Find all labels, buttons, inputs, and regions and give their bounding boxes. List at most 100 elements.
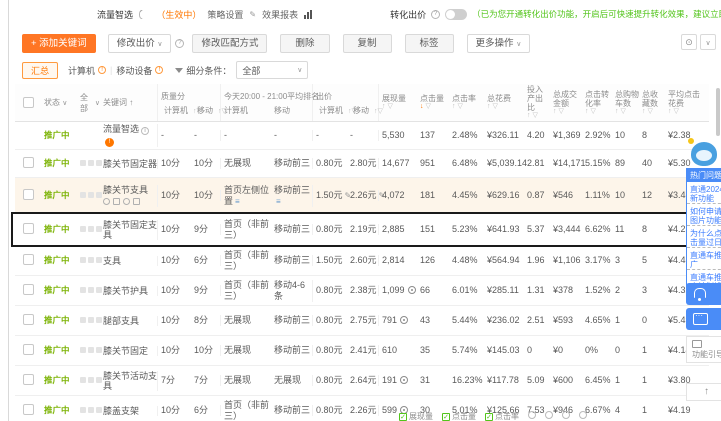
bid-mobile-cell[interactable]: 2.38元 (347, 285, 379, 296)
help-icon[interactable]: ? (175, 38, 185, 48)
modify-match-button[interactable]: 修改匹配方式 (192, 33, 268, 53)
bid-pc-subheader[interactable]: 计算机 ↑▽ (313, 105, 357, 116)
row-checkbox[interactable] (23, 222, 34, 234)
cart-header[interactable]: 总购物车数 ↑ ▽ (612, 84, 639, 121)
bid-mobile-subheader[interactable]: 移动 ↑▽ (347, 105, 383, 116)
qs-pc-subheader[interactable]: 计算机 ↑▽ (158, 105, 202, 116)
keyword-cell[interactable]: 膝关节支具 (100, 184, 158, 207)
bid-pc-cell[interactable]: 1.50元 ✎ (313, 190, 351, 201)
bid-mobile-cell[interactable]: 2.80元 (347, 158, 379, 169)
table-row[interactable]: 推广中 膝关节固定支具 10分 9分 首页（非前三） 移动前三 0.80元 2.19元 2,88… (15, 214, 709, 246)
roi-header[interactable]: 投入产出比 ↑ ▽ (524, 84, 550, 121)
table-row[interactable]: 推广中 支具 10分 6分 首页（非前三） 移动前三 1.50元 2.60元 2,814 126 4… (15, 246, 709, 276)
bar-chart-icon[interactable] (304, 9, 313, 19)
cvr-header[interactable]: 点击转化率 ↑ ▽ (582, 84, 612, 121)
edit-pencil-icon[interactable]: ✎ (249, 10, 256, 19)
tag-button[interactable]: 标签 (404, 33, 454, 53)
table-row[interactable]: 推广中 膝关节固定器 10分 10分 无展现 移动前三 0.80元 2.80元 14,677 95… (15, 150, 709, 178)
tab-computer[interactable]: 计算机! (68, 64, 107, 77)
legend-circle-icon[interactable] (562, 411, 570, 419)
filter-select[interactable]: 全部 ∨ (236, 61, 309, 79)
select-all-checkbox[interactable] (23, 97, 34, 108)
legend-item[interactable]: ✓ 展现量 (399, 411, 433, 421)
favorites-header[interactable]: 总收藏数 ↑ ▽ (639, 84, 665, 121)
row-checkbox[interactable] (23, 373, 34, 385)
keyword-cell[interactable]: 膝关节固定器 (100, 158, 158, 169)
bid-pc-cell[interactable]: 0.80元 (313, 285, 347, 296)
impression-trend-icon[interactable] (400, 316, 409, 324)
ctr-header[interactable]: 点击率 ↑ ▽ (449, 84, 484, 121)
keyword-cell[interactable]: 膝关节固定 (100, 345, 158, 356)
report-link[interactable]: 效果报表 (262, 8, 298, 21)
row-checkbox[interactable] (23, 283, 34, 295)
bid-pc-cell[interactable]: 0.80元 (313, 345, 347, 356)
row-checkbox[interactable] (23, 156, 34, 168)
modify-bid-dropdown[interactable]: 修改出价 ∨ (107, 33, 172, 53)
rank-mobile-subheader[interactable]: 移动 (271, 105, 290, 116)
bid-pc-cell[interactable]: - (313, 130, 347, 141)
keyword-header[interactable]: 关键词 ↑ (100, 84, 158, 121)
bid-mobile-cell[interactable]: - (347, 130, 379, 141)
bid-pc-cell[interactable]: 1.50元 (313, 255, 347, 266)
settings-icon[interactable]: ⊙ (681, 34, 697, 50)
bid-mobile-cell[interactable]: 2.64元 (347, 375, 379, 386)
impression-trend-icon[interactable] (400, 376, 409, 384)
legend-circle-icon[interactable] (579, 411, 587, 419)
table-row[interactable]: 推广中 腿部支具 10分 8分 无展现 移动前三 0.80元 2.75元 791 43 5.44% ¥… (15, 306, 709, 336)
bid-mobile-cell[interactable]: 2.75元 (347, 315, 379, 326)
row-checkbox[interactable] (23, 313, 34, 325)
collapse-chevron-icon[interactable]: ∨ (700, 34, 716, 50)
row-checkbox[interactable] (23, 253, 34, 265)
cpc-header[interactable]: 平均点击花费 ↑ ▽ (665, 84, 707, 121)
keyword-cell[interactable]: 支具 (100, 255, 158, 266)
impressions-header[interactable]: 展现量 ↑ ▽ (379, 84, 417, 121)
more-actions-dropdown[interactable]: 更多操作 ∨ (466, 33, 531, 53)
row-checkbox[interactable] (23, 403, 34, 415)
legend-circle-icon[interactable] (528, 411, 536, 419)
all-header[interactable]: 全部 ∨ (77, 84, 100, 121)
tab-summary[interactable]: 汇总 (22, 61, 59, 79)
bid-pc-cell[interactable]: 0.80元 (313, 405, 347, 416)
clicks-header[interactable]: 点击量 ↓ ▽ (417, 84, 449, 121)
legend-item[interactable]: ✓ 点击量 (442, 411, 476, 421)
help-link[interactable]: 为什么点击量过日降低 (687, 226, 721, 248)
keyword-cell[interactable]: 膝关节护具 (100, 285, 158, 296)
help-link[interactable]: 如何申请图片功能 (687, 204, 721, 226)
bid-mobile-cell[interactable]: 2.26元 (347, 405, 379, 416)
help-icon[interactable]: ? (431, 9, 441, 19)
row-checkbox[interactable] (23, 188, 34, 200)
chat-icon[interactable] (686, 308, 721, 330)
bid-mobile-cell[interactable]: 2.41元 (347, 345, 379, 356)
scrollbar-thumb[interactable] (716, 88, 720, 136)
table-row[interactable]: 推广中 膝关节支具 10分 10分 首页左侧位置 ≡ 移动前三≡ 1.50元 ✎ 2.26元 ✎ 4,… (15, 178, 709, 214)
copy-button[interactable]: 复制 (342, 33, 392, 53)
bid-mobile-cell[interactable]: 2.26元 ✎ (347, 190, 385, 201)
bid-mobile-cell[interactable]: 2.19元 (347, 224, 379, 235)
status-header[interactable]: 状态 ∨ (41, 84, 77, 121)
rank-pc-subheader[interactable]: 计算机 (221, 105, 271, 116)
help-link[interactable]: 直通2024新功能 (687, 182, 721, 204)
legend-circle-icon[interactable] (545, 411, 553, 419)
conversion-bid-toggle[interactable] (445, 8, 468, 20)
table-row[interactable]: 推广中 膝关节固定 10分 10分 无展现 移动前三 0.80元 2.41元 610 35 5.74… (15, 336, 709, 366)
strategy-settings-link[interactable]: 策略设置 (207, 8, 243, 21)
legend-item[interactable]: ✓ 点击率 (485, 411, 519, 421)
back-to-top-button[interactable]: ↑ (686, 383, 721, 401)
cost-header[interactable]: 总花费 ↑ ▽ (484, 84, 524, 121)
delete-button[interactable]: 删除 (280, 33, 330, 53)
keyword-cell[interactable]: 膝关节活动支具 (100, 370, 158, 391)
impression-trend-icon[interactable] (407, 286, 416, 294)
table-row[interactable]: 推广中 流量智选 i! - - - - - -5,530 137 2.48% ¥326.11 4.20 ¥… (15, 122, 709, 150)
row-checkbox[interactable] (23, 343, 34, 355)
row-action-icons[interactable] (103, 197, 157, 207)
keyword-cell[interactable]: 膝盖支架 (100, 405, 158, 416)
bid-mobile-cell[interactable]: 2.60元 (347, 255, 379, 266)
table-row[interactable]: 推广中 膝关节活动支具 7分 7分 无展现 无展现 0.80元 2.64元 191 31 16.23… (15, 366, 709, 396)
mascot-icon[interactable] (688, 138, 717, 166)
keyword-cell[interactable]: 流量智选 i! (100, 124, 158, 147)
bid-pc-cell[interactable]: 0.80元 (313, 158, 347, 169)
gmv-header[interactable]: 总成交金额 ↑ ▽ (550, 84, 582, 121)
table-row[interactable]: 推广中 膝关节护具 10分 9分 首页（非前三） 移动4-6条 0.80元 2.38元 1,09… (15, 276, 709, 306)
keyword-cell[interactable]: 膝关节固定支具 (100, 219, 158, 240)
add-keyword-button[interactable]: + 添加关键词 (22, 33, 96, 53)
